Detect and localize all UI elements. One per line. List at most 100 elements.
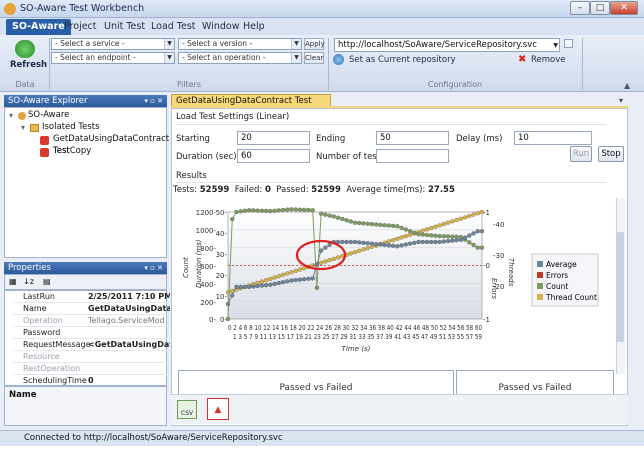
categorized-icon[interactable]: ▦: [9, 277, 17, 286]
thread-count-point: [441, 221, 447, 227]
count-point: [247, 208, 252, 213]
average-point: [255, 283, 260, 289]
properties-title: Properties: [8, 263, 51, 273]
service-select[interactable]: - Select a service - ▼: [51, 38, 175, 50]
pin-close-icons[interactable]: ▾ ▫ ✕: [144, 262, 163, 274]
thread-count-point: [268, 276, 273, 282]
average-point: [462, 235, 468, 240]
document-menu-icon[interactable]: ▾: [619, 96, 623, 105]
delay-input[interactable]: 10: [514, 131, 592, 145]
average-point: [357, 240, 362, 245]
legend-swatch-thread-count: [537, 294, 543, 300]
endpoint-select[interactable]: - Select an endpoint - ▼: [51, 52, 175, 64]
property-row[interactable]: LastRun 2/25/2011 7:10 PM: [13, 291, 170, 303]
count-point: [475, 245, 480, 250]
x-ticks-row2: 1 3 5 7 9 11 13 15 17 19 21 23 25 27 29 …: [233, 333, 482, 341]
sort-alpha-icon[interactable]: ↓z: [23, 277, 34, 286]
tab-unit-test[interactable]: Unit Test: [98, 19, 151, 35]
chevron-down-icon: ▼: [291, 53, 301, 63]
property-row[interactable]: Operation Tellago.ServiceMod: [13, 315, 169, 327]
repository-options-icon[interactable]: [564, 39, 573, 48]
tab-help[interactable]: Help: [237, 19, 271, 35]
thread-count-point: [445, 220, 451, 225]
ribbon-collapse-icon[interactable]: ▲: [624, 81, 630, 90]
property-value[interactable]: GetDataUsingDataC: [88, 304, 170, 313]
scrollbar-thumb[interactable]: [617, 232, 624, 342]
tree-folder-isolated-tests[interactable]: Isolated Tests: [42, 121, 100, 133]
explorer-tree: ▾ SO-Aware ▾ Isolated Tests GetDataUsing…: [4, 107, 169, 258]
export-pdf-icon[interactable]: ▲: [207, 398, 229, 420]
average-point: [403, 242, 408, 247]
collapse-icon[interactable]: ▾: [21, 122, 25, 134]
thread-count-point: [429, 225, 434, 231]
count-point: [285, 207, 290, 212]
collapse-icon[interactable]: ▾: [9, 110, 13, 122]
export-csv-icon[interactable]: CSV: [177, 400, 197, 419]
remove-button[interactable]: Remove: [531, 55, 566, 65]
window-bottom-edge: [0, 446, 644, 459]
thread-count-point: [395, 236, 400, 241]
property-row[interactable]: Password: [13, 327, 169, 339]
thread-count-point: [259, 279, 265, 284]
globe-icon: [333, 54, 344, 65]
version-select[interactable]: - Select a version - ▼: [178, 38, 302, 50]
count-point: [302, 207, 307, 213]
thread-count-point: [475, 211, 480, 216]
count-point: [344, 218, 349, 223]
load-test-chart: 1200- 1000- 800- 600- 400- 200- 0- 50- 4…: [182, 207, 599, 353]
property-row[interactable]: Resource: [13, 351, 169, 363]
average-point: [458, 237, 463, 242]
thread-count-point: [352, 249, 358, 255]
count-point: [479, 245, 485, 250]
property-value[interactable]: Tellago.ServiceMod: [88, 316, 170, 325]
duration-input[interactable]: 60: [237, 149, 310, 163]
pin-close-icons[interactable]: ▾ ▫ ✕: [144, 95, 163, 107]
ending-input[interactable]: 50: [376, 131, 449, 145]
property-row[interactable]: RestOperation: [13, 363, 169, 375]
thread-count-point: [285, 271, 290, 276]
passed-failed-pane-left: Passed vs Failed: [178, 370, 454, 394]
thread-count-point: [272, 275, 277, 280]
count-point: [399, 225, 404, 231]
apply-button[interactable]: Apply: [304, 38, 325, 50]
count-point: [369, 221, 375, 227]
property-value[interactable]: <GetDataUsingData: [88, 340, 170, 349]
maximize-button[interactable]: □: [590, 1, 610, 15]
thread-count-point: [450, 219, 455, 224]
minimize-button[interactable]: –: [570, 1, 590, 15]
errors-tick: -0: [483, 262, 490, 270]
ribbon-separator: [582, 38, 583, 90]
stop-button[interactable]: Stop: [598, 146, 624, 162]
run-button[interactable]: Run: [570, 146, 592, 162]
tab-project[interactable]: Project: [58, 19, 103, 35]
property-description: Name: [4, 386, 167, 426]
errors-tick: -1: [483, 316, 490, 324]
close-button[interactable]: ✕: [610, 1, 638, 15]
average-point: [475, 229, 480, 234]
thread-count-point: [357, 248, 362, 253]
count-point: [395, 224, 400, 229]
property-row[interactable]: Name GetDataUsingDataC: [13, 303, 170, 315]
passed-failed-left-title: Passed vs Failed: [279, 383, 353, 393]
thread-count-point: [462, 215, 468, 220]
average-point: [348, 239, 353, 245]
starting-input[interactable]: 20: [237, 131, 310, 145]
clear-button[interactable]: Clear: [304, 52, 324, 64]
set-current-repository-button[interactable]: Set as Current repository: [349, 55, 456, 65]
property-value[interactable]: 0: [88, 376, 170, 385]
threads-tick: -30: [493, 252, 504, 260]
operation-select[interactable]: - Select an operation - ▼: [178, 52, 302, 64]
tab-load-test[interactable]: Load Test: [145, 19, 202, 35]
property-row[interactable]: RequestMessage <GetDataUsingData: [13, 339, 170, 351]
count-point: [318, 211, 324, 216]
threads-tick: -40: [493, 221, 504, 229]
tree-root[interactable]: SO-Aware: [28, 109, 69, 121]
number-of-tests-input[interactable]: [376, 149, 449, 163]
tree-item-testcopy[interactable]: TestCopy: [53, 145, 91, 157]
property-value[interactable]: 2/25/2011 7:10 PM: [88, 292, 170, 301]
repository-url-combo[interactable]: http://localhost/SoAware/ServiceReposito…: [334, 38, 560, 52]
delay-label: Delay (ms): [456, 134, 503, 144]
property-pages-icon[interactable]: ▤: [43, 277, 51, 286]
thread-count-point: [331, 256, 336, 261]
average-point: [251, 284, 256, 289]
